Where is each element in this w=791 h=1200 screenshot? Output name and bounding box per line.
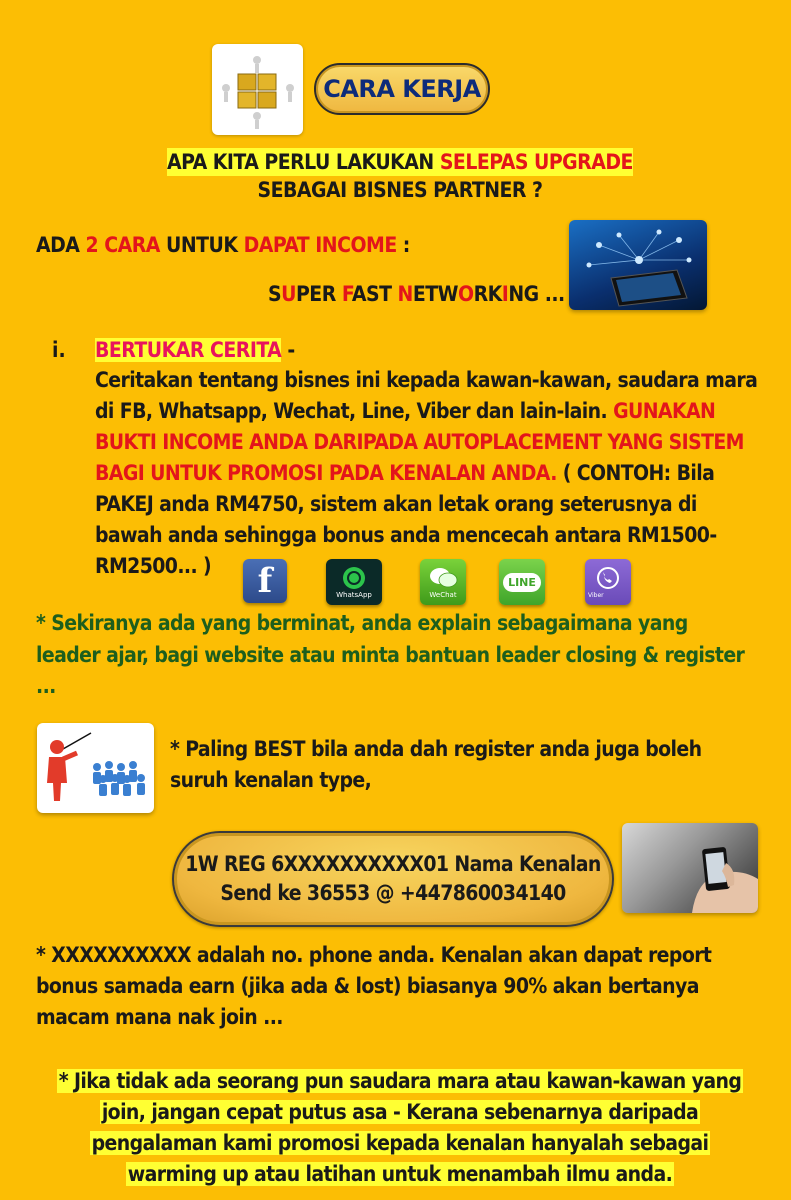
cara-kerja-label: CARA KERJA [323,75,481,103]
page-heading: APA KITA PERLU LAKUKAN SELEPAS UPGRADE S… [0,148,791,204]
encouragement-paragraph: * Jika tidak ada seorang pun saudara mar… [0,1066,791,1190]
income-heading: ADA 2 CARA UNTUK DAPAT INCOME : [36,233,410,257]
sfn-letter: U [281,282,296,306]
super-fast-networking-title: SUPER FAST NETWORKING ... [268,282,565,306]
whatsapp-icon: WhatsApp [326,559,382,605]
wechat-icon: WeChat [420,559,466,605]
cara-kerja-badge: CARA KERJA [314,63,490,115]
sfn-letter: F [341,282,353,306]
sfn-letter: AST [351,282,398,306]
sfn-letter: S [268,282,282,306]
phone-report-paragraph: * XXXXXXXXXX adalah no. phone anda. Kena… [36,943,712,1029]
sms-line-1: 1W REG 6XXXXXXXXXX01 Nama Kenalan [185,852,601,876]
sms-instruction-pill: 1W REG 6XXXXXXXXXX01 Nama Kenalan Send k… [172,831,614,927]
explain-paragraph: * Sekiranya ada yang berminat, anda expl… [36,611,745,698]
heading-line-1: APA KITA PERLU LAKUKAN SELEPAS UPGRADE [167,148,633,176]
final-line-2: join, jangan cepat putus asa - Kerana se… [99,1100,701,1124]
heading-line-2: SEBAGAI BISNES PARTNER ? [257,178,543,202]
sfn-letter: RK [473,282,503,306]
line-icon: LINE [499,559,545,605]
network-tablet-image [569,220,707,310]
item-number: i. [52,338,66,362]
bertukar-cerita-body: Ceritakan tentang bisnes ini kepada kawa… [95,368,758,578]
sfn-letter: N [397,282,414,306]
presenter-audience-icon [37,723,154,813]
best-paragraph: * Paling BEST bila anda dah register and… [170,737,702,792]
bertukar-cerita-title: BERTUKAR CERITA - [95,338,295,362]
sfn-letter: NG ... [508,282,565,306]
sfn-letter: ETW [412,282,459,306]
sms-line-2: Send ke 36553 @ +447860034140 [220,881,566,905]
sfn-letter: O [458,282,474,306]
viber-icon: Viber [585,559,631,605]
final-line-3: pengalaman kami promosi kepada kenalan h… [89,1131,711,1155]
final-line-1: * Jika tidak ada seorang pun saudara mar… [56,1069,744,1093]
facebook-icon: f [243,559,287,603]
puzzle-people-icon [212,44,303,135]
final-line-4: warming up atau latihan untuk menambah i… [125,1162,675,1186]
hand-phone-image [622,823,758,913]
sfn-letter: PER [295,282,342,306]
